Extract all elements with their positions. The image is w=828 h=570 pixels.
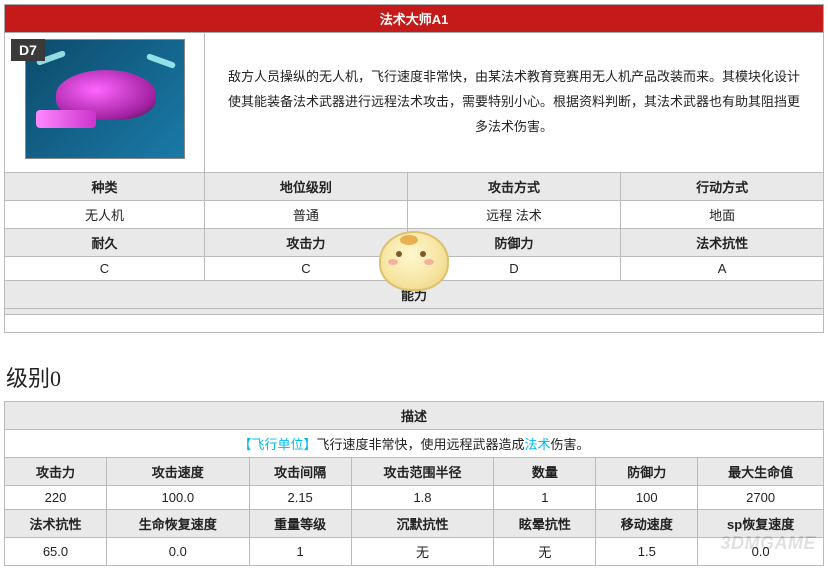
s2v6: 0.0 bbox=[698, 538, 824, 566]
s1h4: 数量 bbox=[494, 458, 596, 486]
s1h0: 攻击力 bbox=[5, 458, 107, 486]
s2h0: 法术抗性 bbox=[5, 510, 107, 538]
s2v3: 无 bbox=[351, 538, 494, 566]
level-heading: 级别0 bbox=[6, 361, 824, 393]
stats-table: 描述 【飞行单位】飞行速度非常快，使用远程武器造成法术伤害。 攻击力 攻击速度 … bbox=[4, 401, 824, 566]
desc2-title: 描述 bbox=[5, 402, 824, 430]
s2h5: 移动速度 bbox=[596, 510, 698, 538]
s1v1: 100.0 bbox=[106, 486, 249, 510]
val-movemode: 地面 bbox=[621, 201, 824, 229]
unit-description: 敌方人员操纵的无人机，飞行速度非常快，由某法术教育竞赛用无人机产品改装而来。其模… bbox=[205, 33, 824, 173]
hdr-type: 种类 bbox=[5, 173, 205, 201]
hdr-rank: 地位级别 bbox=[205, 173, 408, 201]
unit-image-cell: D7 bbox=[5, 33, 205, 173]
s1h2: 攻击间隔 bbox=[249, 458, 351, 486]
flying-tag: 【飞行单位】 bbox=[238, 437, 316, 452]
s1h5: 防御力 bbox=[596, 458, 698, 486]
hdr-atkmode: 攻击方式 bbox=[407, 173, 620, 201]
s1v2: 2.15 bbox=[249, 486, 351, 510]
s2v4: 无 bbox=[494, 538, 596, 566]
s2h2: 重量等级 bbox=[249, 510, 351, 538]
hdr-res: 法术抗性 bbox=[621, 229, 824, 257]
s2h3: 沉默抗性 bbox=[351, 510, 494, 538]
rarity-badge: D7 bbox=[11, 39, 45, 61]
s2h4: 眩晕抗性 bbox=[494, 510, 596, 538]
ability-body bbox=[4, 315, 824, 333]
s2v2: 1 bbox=[249, 538, 351, 566]
s2v0: 65.0 bbox=[5, 538, 107, 566]
ability-header: 能力 bbox=[4, 281, 824, 309]
val-res: A bbox=[621, 257, 824, 281]
s2v1: 0.0 bbox=[106, 538, 249, 566]
s1h3: 攻击范围半径 bbox=[351, 458, 494, 486]
s1v6: 2700 bbox=[698, 486, 824, 510]
desc2-body: 【飞行单位】飞行速度非常快，使用远程武器造成法术伤害。 bbox=[5, 430, 824, 458]
s1v0: 220 bbox=[5, 486, 107, 510]
unit-title: 法术大师A1 bbox=[5, 5, 824, 33]
s2h1: 生命恢复速度 bbox=[106, 510, 249, 538]
arts-tag: 法术 bbox=[525, 437, 551, 452]
s1h1: 攻击速度 bbox=[106, 458, 249, 486]
drone-icon bbox=[25, 39, 185, 159]
s1v5: 100 bbox=[596, 486, 698, 510]
hdr-movemode: 行动方式 bbox=[621, 173, 824, 201]
s2v5: 1.5 bbox=[596, 538, 698, 566]
s1h6: 最大生命值 bbox=[698, 458, 824, 486]
val-type: 无人机 bbox=[5, 201, 205, 229]
hdr-hp: 耐久 bbox=[5, 229, 205, 257]
s1v3: 1.8 bbox=[351, 486, 494, 510]
mascot-icon bbox=[374, 221, 454, 301]
val-hp: C bbox=[5, 257, 205, 281]
s2h6: sp恢复速度 bbox=[698, 510, 824, 538]
s1v4: 1 bbox=[494, 486, 596, 510]
